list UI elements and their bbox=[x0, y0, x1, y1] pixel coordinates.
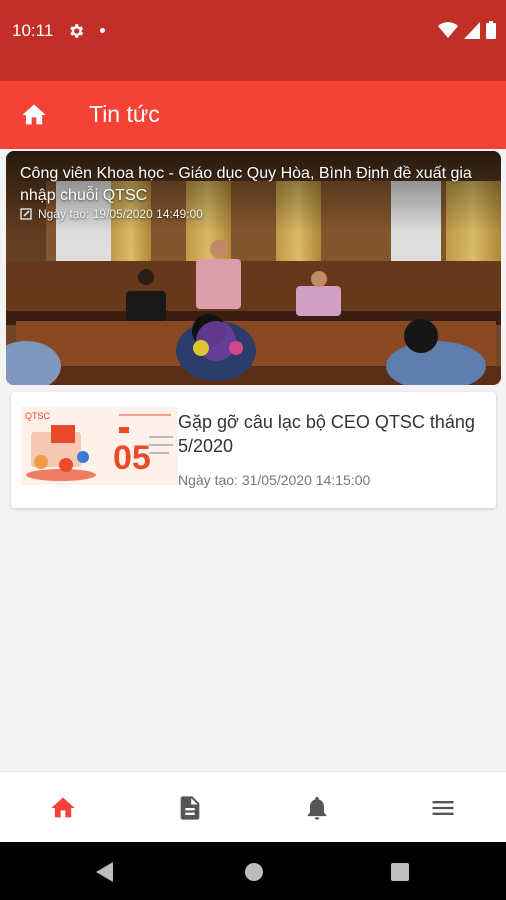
news-date: Ngày tạo: 31/05/2020 14:15:00 bbox=[178, 472, 371, 488]
thumb-brand: QTSC bbox=[25, 411, 51, 421]
home-icon[interactable] bbox=[49, 794, 77, 822]
home-icon[interactable] bbox=[18, 101, 50, 129]
page-title: Tin tức bbox=[89, 101, 160, 127]
status-time: 10:11 bbox=[12, 21, 54, 40]
wifi-icon bbox=[438, 22, 458, 38]
bell-icon[interactable] bbox=[303, 794, 331, 822]
menu-icon[interactable] bbox=[429, 794, 457, 822]
battery-icon bbox=[486, 21, 496, 39]
featured-news-date: Ngày tạo: 19/05/2020 14:49:00 bbox=[38, 207, 203, 221]
bottom-nav bbox=[0, 771, 506, 843]
news-thumbnail: QTSC 05 bbox=[21, 407, 178, 485]
thumb-number: 05 bbox=[113, 439, 151, 477]
status-icons bbox=[438, 21, 496, 39]
status-bar: 10:11 bbox=[0, 0, 506, 81]
edit-icon bbox=[20, 208, 32, 220]
signal-icon bbox=[464, 21, 480, 39]
list-item[interactable]: QTSC 05 Gặp gỡ câu lạc bộ CEO QTSC tháng… bbox=[11, 392, 496, 508]
settings-icon bbox=[70, 24, 84, 38]
recents-icon[interactable] bbox=[391, 863, 409, 881]
app-bar: Tin tức bbox=[0, 81, 506, 149]
featured-news-meta: Ngày tạo: 19/05/2020 14:49:00 bbox=[20, 207, 203, 221]
news-title: Gặp gỡ câu lạc bộ CEO QTSC tháng 5/2020 bbox=[178, 412, 475, 456]
back-icon[interactable] bbox=[96, 862, 114, 882]
system-nav-bar bbox=[0, 842, 506, 900]
featured-news-card[interactable]: Công viên Khoa học - Giáo dục Quy Hòa, B… bbox=[6, 151, 501, 385]
featured-news-title: Công viên Khoa học - Giáo dục Quy Hòa, B… bbox=[20, 165, 472, 204]
document-icon[interactable] bbox=[176, 794, 204, 822]
notification-dot-icon bbox=[100, 28, 105, 33]
home-circle-icon[interactable] bbox=[244, 862, 264, 882]
